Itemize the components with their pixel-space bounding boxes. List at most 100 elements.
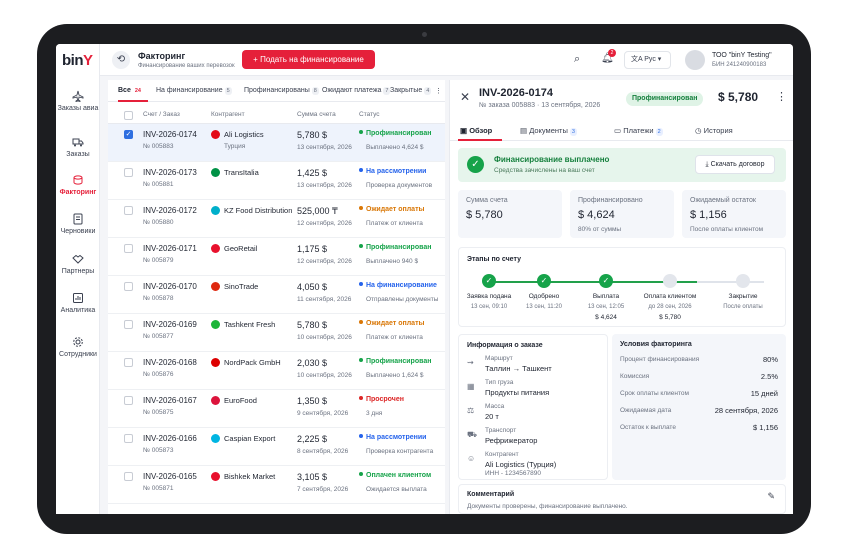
tab-documents[interactable]: ▤ Документы 3: [520, 126, 577, 136]
refresh-icon: ⟲: [116, 54, 126, 65]
sidebar-item-factoring[interactable]: Факторинг: [56, 174, 100, 196]
table-row[interactable]: INV-2026-0169 № 005877 Tashkent Fresh 5,780…: [108, 314, 445, 352]
tab-closed[interactable]: Закрытые 4: [390, 87, 432, 95]
condition-label: Ожидаемая дата: [620, 407, 672, 414]
tab-for-financing[interactable]: На финансирование 5: [156, 87, 232, 95]
tab-label: Закрытые: [390, 87, 423, 94]
card-label: Сумма счета: [466, 197, 508, 204]
order-number: № 005873: [143, 447, 174, 454]
row-checkbox[interactable]: [124, 244, 133, 253]
check-circle-icon: ✓: [537, 274, 551, 288]
success-banner: ✓ Финансирование выплачено Средства зачи…: [458, 148, 786, 182]
download-contract-button[interactable]: ⤓ Скачать договор: [695, 155, 775, 174]
counterparty-name: Tashkent Fresh: [224, 320, 276, 329]
info-label: Транспорт: [485, 427, 517, 434]
tab-label: История: [703, 126, 733, 135]
table-row[interactable]: ✓ INV-2026-0174 № 005883 Ali Logistics Турци…: [108, 124, 445, 162]
sidebar-item-orders-air[interactable]: Заказы авиа: [56, 90, 100, 112]
tab-payments[interactable]: ▭ Платежи 2: [614, 126, 663, 136]
country-flag-icon: [211, 206, 220, 215]
active-tab-indicator: [458, 139, 502, 141]
country-flag-icon: [211, 244, 220, 253]
avatar[interactable]: [685, 50, 705, 70]
section-title: Условия факторинга: [620, 341, 692, 348]
order-number: № 005881: [143, 181, 174, 188]
select-all-checkbox[interactable]: [124, 111, 133, 120]
status-detail: Ожидается выплата: [366, 486, 427, 493]
table-row[interactable]: INV-2026-0172 № 005880 KZ Food Distributio…: [108, 200, 445, 238]
pending-circle-icon: ✓: [736, 274, 750, 288]
chart-icon: [73, 293, 83, 303]
row-checkbox[interactable]: [124, 472, 133, 481]
refresh-button[interactable]: ⟲: [112, 51, 130, 69]
sidebar-item-drafts[interactable]: Черновики: [56, 213, 100, 235]
language-select[interactable]: 文A Рус ▾: [624, 51, 671, 69]
tab-history[interactable]: ◷ История: [695, 126, 733, 135]
tab-overview[interactable]: ▣ Обзор: [460, 126, 492, 135]
row-checkbox[interactable]: [124, 168, 133, 177]
page-subtitle: Финансирование ваших перевозок: [138, 63, 235, 69]
detail-amount: $ 5,780: [718, 90, 759, 104]
table-row[interactable]: INV-2026-0170 № 005878 SinoTrade 4,050 $ 11 …: [108, 276, 445, 314]
table-row[interactable]: INV-2026-0173 № 005881 TransItalia 1,425 $ 1…: [108, 162, 445, 200]
apply-financing-button[interactable]: + Подать на финансирование: [242, 50, 375, 69]
condition-value: 80%: [762, 355, 778, 364]
table-row[interactable]: INV-2026-0168 № 005876 NordPack GmbH 2,030 …: [108, 352, 445, 390]
counterparty-name: SinoTrade: [224, 282, 259, 291]
tab-label: Платежи: [623, 126, 654, 135]
table-row[interactable]: INV-2026-0166 № 005873 Caspian Export 2,225…: [108, 428, 445, 466]
table-row[interactable]: INV-2026-0165 № 005871 Bishkek Market 3,105…: [108, 466, 445, 504]
invoice-amount: 3,105 $: [297, 472, 328, 482]
info-value: Рефрижератор: [485, 436, 538, 445]
stage-date: После оплаты: [723, 304, 763, 310]
tab-all[interactable]: Все 24: [118, 87, 143, 94]
counterparty-name: NordPack GmbH: [224, 358, 281, 367]
person-icon: ☺: [467, 454, 476, 463]
table-row[interactable]: INV-2026-0171 № 005879 GeoRetail 1,175 $ 12 …: [108, 238, 445, 276]
sidebar: binY Заказы авиа Заказы Факторинг Чернов…: [56, 44, 100, 514]
document-icon: ▤: [520, 126, 528, 135]
tab-label: Обзор: [469, 126, 493, 135]
invoice-amount: 525,000 ₸: [297, 206, 338, 216]
row-checkbox[interactable]: [124, 320, 133, 329]
stage-date: 13 сен, 12:05: [587, 304, 625, 310]
row-checkbox[interactable]: [124, 396, 133, 405]
section-title: Комментарий: [467, 491, 515, 498]
sidebar-item-orders[interactable]: Заказы: [56, 136, 100, 158]
condition-value: 28 сентября, 2026: [714, 406, 778, 415]
tab-financed[interactable]: Профинансированы 8: [244, 87, 319, 95]
close-icon[interactable]: ✕: [460, 90, 470, 104]
country-flag-icon: [211, 472, 220, 481]
check-circle-icon: ✓: [467, 156, 484, 173]
edit-icon[interactable]: ✎: [767, 491, 775, 502]
comment-text: Документы проверены, финансирование выпл…: [467, 503, 628, 510]
row-checkbox[interactable]: [124, 206, 133, 215]
weight-icon: ⚖: [467, 406, 475, 415]
row-checkbox[interactable]: [124, 358, 133, 367]
company-bin: БИН 241240900183: [712, 62, 767, 68]
invoice-amount: 1,425 $: [297, 168, 328, 178]
tabs-more-icon[interactable]: ⋮: [435, 87, 442, 95]
sidebar-item-label: Аналитика: [60, 307, 96, 314]
sidebar-item-analytics[interactable]: Аналитика: [56, 292, 100, 314]
sidebar-item-label: Факторинг: [59, 189, 97, 196]
condition-label: Срок оплаты клиентом: [620, 390, 689, 397]
tab-awaiting-payment[interactable]: Ожидают платежа 7: [322, 87, 391, 95]
order-info-section: Информация о заказе ⇝ Маршрут Таллин → Таш…: [458, 334, 608, 480]
row-checkbox[interactable]: ✓: [124, 130, 133, 139]
sidebar-item-partners[interactable]: Партнеры: [56, 253, 100, 275]
row-checkbox[interactable]: [124, 282, 133, 291]
info-value: Таллин → Ташкент: [485, 364, 552, 373]
invoice-date: 8 сентября, 2026: [297, 448, 349, 455]
row-checkbox[interactable]: [124, 434, 133, 443]
tab-count: 5: [224, 87, 232, 95]
more-icon[interactable]: ⋮: [776, 90, 787, 103]
table-row[interactable]: INV-2026-0167 № 005875 EuroFood 1,350 $ 9 се…: [108, 390, 445, 428]
invoice-amount: 5,780 $: [297, 320, 328, 330]
tab-count: 2: [655, 128, 663, 136]
search-icon[interactable]: ⌕: [574, 53, 580, 66]
coins-icon: [73, 175, 83, 185]
logo[interactable]: binY: [62, 52, 93, 69]
gear-icon: [73, 337, 83, 347]
sidebar-item-employees[interactable]: Сотрудники: [56, 336, 100, 358]
